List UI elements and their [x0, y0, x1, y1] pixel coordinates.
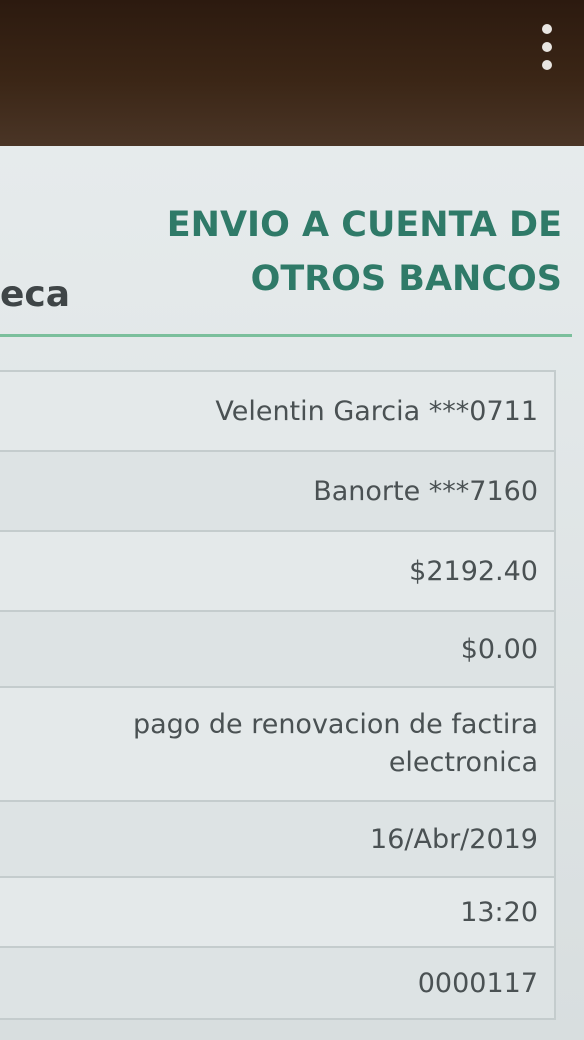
concept-value: pago de renovacion de factira electronic… [132, 709, 538, 778]
beneficiary-value: Velentin Garcia ***0711 [215, 395, 538, 427]
date-value: 16/Abr/2019 [370, 823, 538, 855]
amount-value: $2192.40 [409, 555, 538, 587]
page-title: ENVIO A CUENTA DE OTROS BANCOS [166, 205, 562, 299]
header-divider [0, 334, 572, 337]
app-bar [0, 0, 584, 146]
fee-value: $0.00 [460, 633, 538, 665]
row-fee: $0.00 [0, 610, 556, 688]
row-amount: $2192.40 [0, 530, 556, 612]
row-bank: Banorte ***7160 [0, 450, 556, 532]
row-time: 13:20 [0, 876, 556, 948]
bank-value: Banorte ***7160 [313, 475, 538, 507]
row-concept: pago de renovacion de factira electronic… [0, 686, 556, 802]
more-vert-icon[interactable] [538, 24, 556, 70]
reference-value: 0000117 [417, 967, 538, 999]
bank-logo-text: eca [0, 274, 71, 315]
row-reference: 0000117 [0, 946, 556, 1020]
details-table: Velentin Garcia ***0711 Banorte ***7160 … [0, 370, 556, 1020]
receipt-sheet: eca ENVIO A CUENTA DE OTROS BANCOS Velen… [0, 146, 584, 1040]
receipt-header: eca ENVIO A CUENTA DE OTROS BANCOS [0, 146, 584, 337]
row-beneficiary: Velentin Garcia ***0711 [0, 370, 556, 452]
time-value: 13:20 [460, 896, 538, 928]
row-date: 16/Abr/2019 [0, 800, 556, 878]
